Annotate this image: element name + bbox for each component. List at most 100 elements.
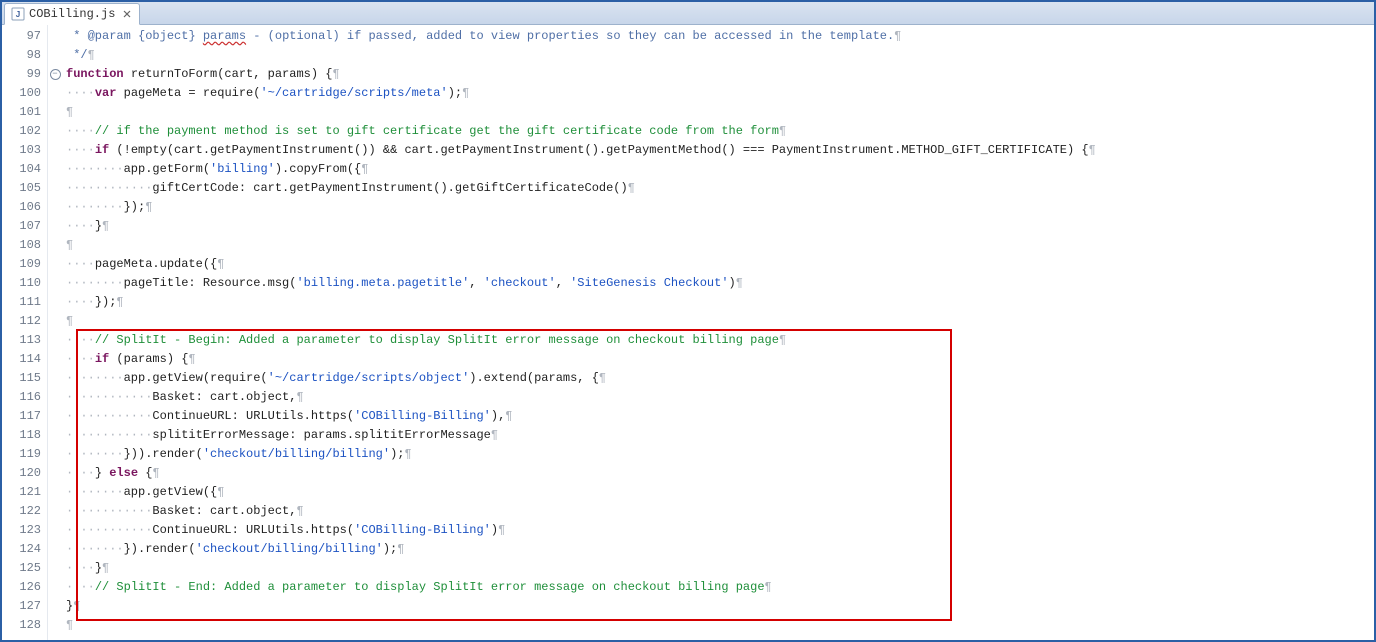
fold-cell [48, 464, 62, 483]
fold-cell [48, 616, 62, 635]
fold-cell [48, 578, 62, 597]
line-number: 100 [4, 84, 41, 103]
line-number: 109 [4, 255, 41, 274]
fold-cell [48, 27, 62, 46]
fold-column: − [48, 25, 62, 640]
tab-bar: J COBilling.js [2, 2, 1374, 25]
line-number: 102 [4, 122, 41, 141]
fold-cell [48, 540, 62, 559]
svg-text:J: J [16, 10, 20, 19]
fold-cell [48, 103, 62, 122]
code-line[interactable]: ¶ [66, 236, 1374, 255]
fold-cell [48, 236, 62, 255]
code-line[interactable]: ············Basket: cart.object,¶ [66, 502, 1374, 521]
fold-cell [48, 559, 62, 578]
fold-toggle-icon[interactable]: − [50, 69, 61, 80]
code-line[interactable]: ········app.getForm('billing').copyFrom(… [66, 160, 1374, 179]
line-number: 115 [4, 369, 41, 388]
line-number: 107 [4, 217, 41, 236]
line-number: 118 [4, 426, 41, 445]
line-number: 120 [4, 464, 41, 483]
tab-file-active[interactable]: J COBilling.js [4, 3, 140, 25]
code-line[interactable]: ¶ [66, 312, 1374, 331]
code-line[interactable]: * @param {object} params - (optional) if… [66, 27, 1374, 46]
code-line[interactable]: ····// SplitIt - End: Added a parameter … [66, 578, 1374, 597]
code-content[interactable]: * @param {object} params - (optional) if… [62, 25, 1374, 640]
javascript-file-icon: J [11, 7, 25, 21]
line-number: 97 [4, 27, 41, 46]
line-number: 117 [4, 407, 41, 426]
line-number: 111 [4, 293, 41, 312]
line-number: 105 [4, 179, 41, 198]
fold-cell [48, 141, 62, 160]
fold-cell [48, 521, 62, 540]
code-line[interactable]: ············Basket: cart.object,¶ [66, 388, 1374, 407]
line-number: 126 [4, 578, 41, 597]
code-line[interactable]: ············giftCertCode: cart.getPaymen… [66, 179, 1374, 198]
code-line[interactable]: ············splititErrorMessage: params.… [66, 426, 1374, 445]
code-line[interactable]: ············ContinueURL: URLUtils.https(… [66, 521, 1374, 540]
line-number: 113 [4, 331, 41, 350]
tab-file-label: COBilling.js [29, 7, 115, 21]
fold-cell [48, 46, 62, 65]
fold-cell [48, 274, 62, 293]
code-line[interactable]: ····}¶ [66, 217, 1374, 236]
code-line[interactable]: ····// if the payment method is set to g… [66, 122, 1374, 141]
code-line[interactable]: */¶ [66, 46, 1374, 65]
code-line[interactable]: ········})).render('checkout/billing/bil… [66, 445, 1374, 464]
line-number: 123 [4, 521, 41, 540]
line-number: 110 [4, 274, 41, 293]
code-line[interactable]: ¶ [66, 103, 1374, 122]
fold-cell [48, 502, 62, 521]
line-number: 99 [4, 65, 41, 84]
code-line[interactable]: ········});¶ [66, 198, 1374, 217]
code-line[interactable]: ····} else {¶ [66, 464, 1374, 483]
code-line[interactable]: ········app.getView({¶ [66, 483, 1374, 502]
fold-cell [48, 122, 62, 141]
code-area: 9798991001011021031041051061071081091101… [2, 25, 1374, 640]
line-number: 119 [4, 445, 41, 464]
fold-cell: − [48, 65, 62, 84]
line-number: 116 [4, 388, 41, 407]
code-line[interactable]: ········app.getView(require('~/cartridge… [66, 369, 1374, 388]
line-number: 98 [4, 46, 41, 65]
code-line[interactable]: ····if (params) {¶ [66, 350, 1374, 369]
line-number: 121 [4, 483, 41, 502]
code-line[interactable]: ····});¶ [66, 293, 1374, 312]
code-line[interactable]: ····// SplitIt - Begin: Added a paramete… [66, 331, 1374, 350]
code-line[interactable]: ········pageTitle: Resource.msg('billing… [66, 274, 1374, 293]
fold-cell [48, 160, 62, 179]
line-number: 122 [4, 502, 41, 521]
fold-cell [48, 293, 62, 312]
line-number: 104 [4, 160, 41, 179]
code-line[interactable]: ····var pageMeta = require('~/cartridge/… [66, 84, 1374, 103]
code-line[interactable]: ········}).render('checkout/billing/bill… [66, 540, 1374, 559]
line-number: 106 [4, 198, 41, 217]
code-line[interactable]: ····pageMeta.update({¶ [66, 255, 1374, 274]
fold-cell [48, 369, 62, 388]
code-line[interactable]: ············ContinueURL: URLUtils.https(… [66, 407, 1374, 426]
line-number-gutter: 9798991001011021031041051061071081091101… [2, 25, 48, 640]
fold-cell [48, 179, 62, 198]
fold-cell [48, 597, 62, 616]
fold-cell [48, 84, 62, 103]
code-line[interactable]: ····if (!empty(cart.getPaymentInstrument… [66, 141, 1374, 160]
close-icon[interactable] [121, 8, 133, 20]
line-number: 101 [4, 103, 41, 122]
fold-cell [48, 312, 62, 331]
line-number: 103 [4, 141, 41, 160]
fold-cell [48, 350, 62, 369]
fold-cell [48, 217, 62, 236]
fold-cell [48, 407, 62, 426]
fold-cell [48, 388, 62, 407]
fold-cell [48, 483, 62, 502]
fold-cell [48, 331, 62, 350]
fold-cell [48, 255, 62, 274]
code-line[interactable]: ¶ [66, 616, 1374, 635]
code-line[interactable]: ····}¶ [66, 559, 1374, 578]
code-line[interactable]: function returnToForm(cart, params) {¶ [66, 65, 1374, 84]
fold-cell [48, 445, 62, 464]
line-number: 125 [4, 559, 41, 578]
code-line[interactable]: }¶ [66, 597, 1374, 616]
fold-cell [48, 198, 62, 217]
